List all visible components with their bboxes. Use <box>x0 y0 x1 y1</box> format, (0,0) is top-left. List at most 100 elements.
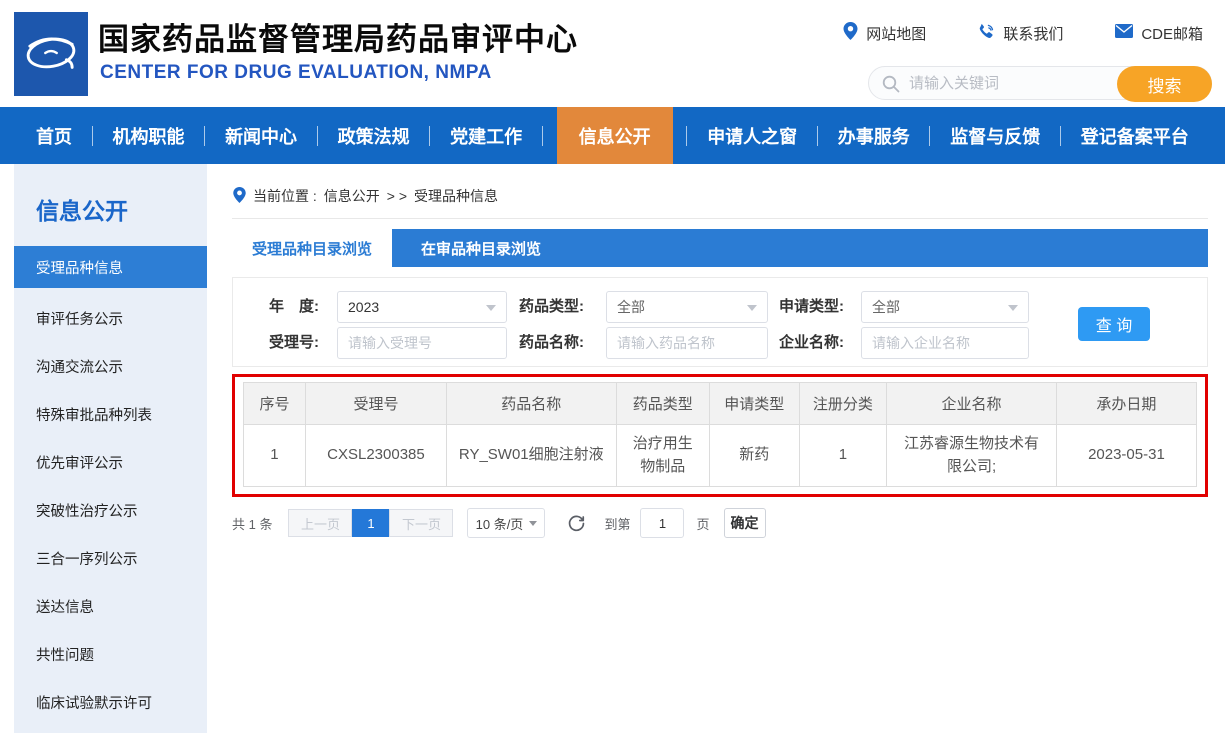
drug-type-label: 药品类型: <box>519 291 584 323</box>
sidebar-item-clinical-trial-license[interactable]: 临床试验默示许可 <box>14 678 207 726</box>
accept-no-label: 受理号: <box>269 327 319 359</box>
sidebar-item-special-approval[interactable]: 特殊审批品种列表 <box>14 390 207 438</box>
search-button[interactable]: 搜索 <box>1117 66 1212 102</box>
nav-divider <box>686 126 687 146</box>
logo-swoosh-icon <box>22 27 80 82</box>
sidebar-item-communication[interactable]: 沟通交流公示 <box>14 342 207 390</box>
sidebar-item-three-in-one[interactable]: 三合一序列公示 <box>14 534 207 582</box>
table-row[interactable]: 1 CXSL2300385 RY_SW01细胞注射液 治疗用生物制品 新药 1 … <box>244 425 1197 487</box>
sidebar: 信息公开 受理品种信息 审评任务公示 沟通交流公示 特殊审批品种列表 优先审评公… <box>14 164 207 733</box>
breadcrumb-link-info-disclosure[interactable]: 信息公开 <box>324 186 380 206</box>
sidebar-item-breakthrough-therapy[interactable]: 突破性治疗公示 <box>14 486 207 534</box>
cell-accept-no: CXSL2300385 <box>305 425 446 487</box>
cell-drug-name: RY_SW01细胞注射液 <box>446 425 616 487</box>
page-number-1[interactable]: 1 <box>352 509 389 537</box>
accept-no-field-wrap <box>337 327 507 359</box>
nav-item-home[interactable]: 首页 <box>30 107 78 164</box>
company-field-wrap <box>861 327 1029 359</box>
nav-item-services[interactable]: 办事服务 <box>832 107 916 164</box>
refresh-button[interactable] <box>567 514 586 533</box>
cell-reg-class: 1 <box>799 425 887 487</box>
nav-item-party[interactable]: 党建工作 <box>444 107 528 164</box>
apply-type-select[interactable]: 全部 <box>861 291 1029 323</box>
site-title: 国家药品监督管理局药品审评中心 <box>98 14 578 59</box>
chevron-down-icon <box>529 521 537 526</box>
cde-logo[interactable] <box>14 12 88 96</box>
year-label: 年 度: <box>269 291 319 323</box>
cell-apply-type: 新药 <box>709 425 799 487</box>
map-pin-icon <box>843 22 858 44</box>
nav-divider <box>542 126 543 146</box>
nav-item-info-disclosure[interactable]: 信息公开 <box>557 107 673 164</box>
tab-under-review-catalog[interactable]: 在审品种目录浏览 <box>392 229 570 267</box>
search-icon <box>882 75 900 98</box>
sitemap-label: 网站地图 <box>866 23 926 44</box>
year-select[interactable]: 2023 <box>337 291 507 323</box>
sidebar-item-delivery-info[interactable]: 送达信息 <box>14 582 207 630</box>
breadcrumb-link-accepted-varieties[interactable]: 受理品种信息 <box>414 186 498 206</box>
page-size-value: 10 条/页 <box>476 514 524 533</box>
breadcrumb-separator: > > <box>387 188 407 204</box>
contact-label: 联系我们 <box>1003 23 1063 44</box>
table-header-row: 序号 受理号 药品名称 药品类型 申请类型 注册分类 企业名称 承办日期 <box>244 383 1197 425</box>
main-content: 当前位置 : 信息公开 > > 受理品种信息 受理品种目录浏览 在审品种目录浏览… <box>232 164 1208 538</box>
goto-page-input[interactable] <box>640 508 684 538</box>
sidebar-title: 信息公开 <box>14 164 207 226</box>
sidebar-item-priority-review[interactable]: 优先审评公示 <box>14 438 207 486</box>
nav-divider <box>1060 126 1061 146</box>
phone-icon <box>978 23 995 44</box>
nav-item-functions[interactable]: 机构职能 <box>107 107 191 164</box>
nav-divider <box>204 126 205 146</box>
nav-divider <box>317 126 318 146</box>
confirm-button[interactable]: 确定 <box>724 508 766 538</box>
sidebar-item-common-issues[interactable]: 共性问题 <box>14 630 207 678</box>
nav-item-registration-platform[interactable]: 登记备案平台 <box>1075 107 1195 164</box>
results-table: 序号 受理号 药品名称 药品类型 申请类型 注册分类 企业名称 承办日期 1 C… <box>243 382 1197 487</box>
sidebar-item-accepted-varieties[interactable]: 受理品种信息 <box>14 246 207 288</box>
nav-item-supervision[interactable]: 监督与反馈 <box>944 107 1046 164</box>
breadcrumb: 当前位置 : 信息公开 > > 受理品种信息 <box>232 164 1208 219</box>
col-header-company: 企业名称 <box>887 383 1057 425</box>
year-value: 2023 <box>348 299 379 315</box>
company-input[interactable] <box>872 335 1018 351</box>
accept-no-input[interactable] <box>348 335 496 351</box>
search-bar: 搜索 <box>868 66 1212 100</box>
cde-mail-label: CDE邮箱 <box>1141 23 1203 44</box>
site-subtitle: CENTER FOR DRUG EVALUATION, NMPA <box>100 62 492 84</box>
drug-type-select[interactable]: 全部 <box>606 291 768 323</box>
contact-link[interactable]: 联系我们 <box>978 23 1063 44</box>
breadcrumb-label: 当前位置 : <box>253 186 317 206</box>
nav-item-policies[interactable]: 政策法规 <box>332 107 416 164</box>
tab-accepted-catalog[interactable]: 受理品种目录浏览 <box>232 229 392 267</box>
cell-date: 2023-05-31 <box>1056 425 1196 487</box>
drug-type-value: 全部 <box>617 297 645 317</box>
apply-type-value: 全部 <box>872 297 900 317</box>
cell-company: 江苏睿源生物技术有限公司; <box>887 425 1057 487</box>
nav-item-applicant-window[interactable]: 申请人之窗 <box>701 107 803 164</box>
nav-item-news[interactable]: 新闻中心 <box>219 107 303 164</box>
cde-mail-link[interactable]: CDE邮箱 <box>1115 23 1203 44</box>
sitemap-link[interactable]: 网站地图 <box>843 22 926 44</box>
chevron-down-icon <box>747 305 757 311</box>
col-header-reg-class: 注册分类 <box>799 383 887 425</box>
header-quick-links: 网站地图 联系我们 CDE邮箱 <box>843 22 1203 44</box>
nav-divider <box>429 126 430 146</box>
annotation-highlight: 序号 受理号 药品名称 药品类型 申请类型 注册分类 企业名称 承办日期 1 C… <box>232 374 1208 497</box>
drug-name-field-wrap <box>606 327 768 359</box>
sidebar-menu: 受理品种信息 审评任务公示 沟通交流公示 特殊审批品种列表 优先审评公示 突破性… <box>14 246 207 726</box>
total-count-text: 共 1 条 <box>232 514 272 533</box>
sidebar-item-review-tasks[interactable]: 审评任务公示 <box>14 294 207 342</box>
prev-page-button[interactable]: 上一页 <box>288 509 352 537</box>
next-page-button[interactable]: 下一页 <box>389 509 453 537</box>
page-size-select[interactable]: 10 条/页 <box>467 508 545 538</box>
col-header-drug-name: 药品名称 <box>446 383 616 425</box>
drug-name-input[interactable] <box>617 335 757 351</box>
chevron-down-icon <box>1008 305 1018 311</box>
drug-name-label: 药品名称: <box>519 327 584 359</box>
col-header-apply-type: 申请类型 <box>709 383 799 425</box>
mail-icon <box>1115 24 1133 42</box>
tab-bar: 受理品种目录浏览 在审品种目录浏览 <box>232 229 1208 267</box>
goto-page-unit: 页 <box>696 514 709 533</box>
nav-divider <box>92 126 93 146</box>
query-button[interactable]: 查 询 <box>1078 307 1150 341</box>
